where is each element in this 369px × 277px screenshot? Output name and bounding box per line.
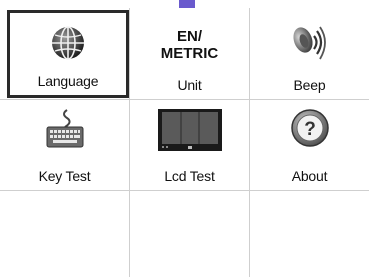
menu-item-about[interactable]: ? About — [250, 100, 369, 190]
empty-cell — [250, 191, 369, 277]
menu-item-label: Lcd Test — [164, 168, 215, 184]
menu-item-language[interactable]: Language — [7, 10, 129, 98]
question-icon: ? — [290, 109, 329, 147]
menu-item-label: Unit — [177, 77, 202, 93]
top-accent-bar — [179, 0, 195, 8]
menu-item-label: Language — [37, 73, 99, 89]
settings-menu-grid: Language EN/ METRIC Unit Beep Key Test L… — [0, 8, 369, 277]
menu-item-beep[interactable]: Beep — [250, 8, 369, 99]
unit-icon-text: METRIC — [160, 45, 219, 62]
speaker-icon — [292, 26, 326, 60]
menu-item-key-test[interactable]: Key Test — [0, 100, 129, 190]
lcd-icon — [157, 109, 222, 151]
keyboard-icon — [46, 109, 83, 148]
menu-item-label: Key Test — [38, 168, 91, 184]
menu-item-lcd-test[interactable]: Lcd Test — [130, 100, 249, 190]
menu-item-unit[interactable]: EN/ METRIC Unit — [130, 8, 249, 99]
menu-item-label: About — [291, 168, 328, 184]
unit-icon-text: EN/ — [176, 28, 202, 45]
globe-icon — [52, 26, 84, 60]
svg-text:?: ? — [304, 119, 316, 140]
unit-icon: EN/ METRIC — [130, 28, 249, 62]
empty-cell — [130, 191, 249, 277]
menu-item-label: Beep — [293, 77, 326, 93]
empty-cell — [0, 191, 129, 277]
